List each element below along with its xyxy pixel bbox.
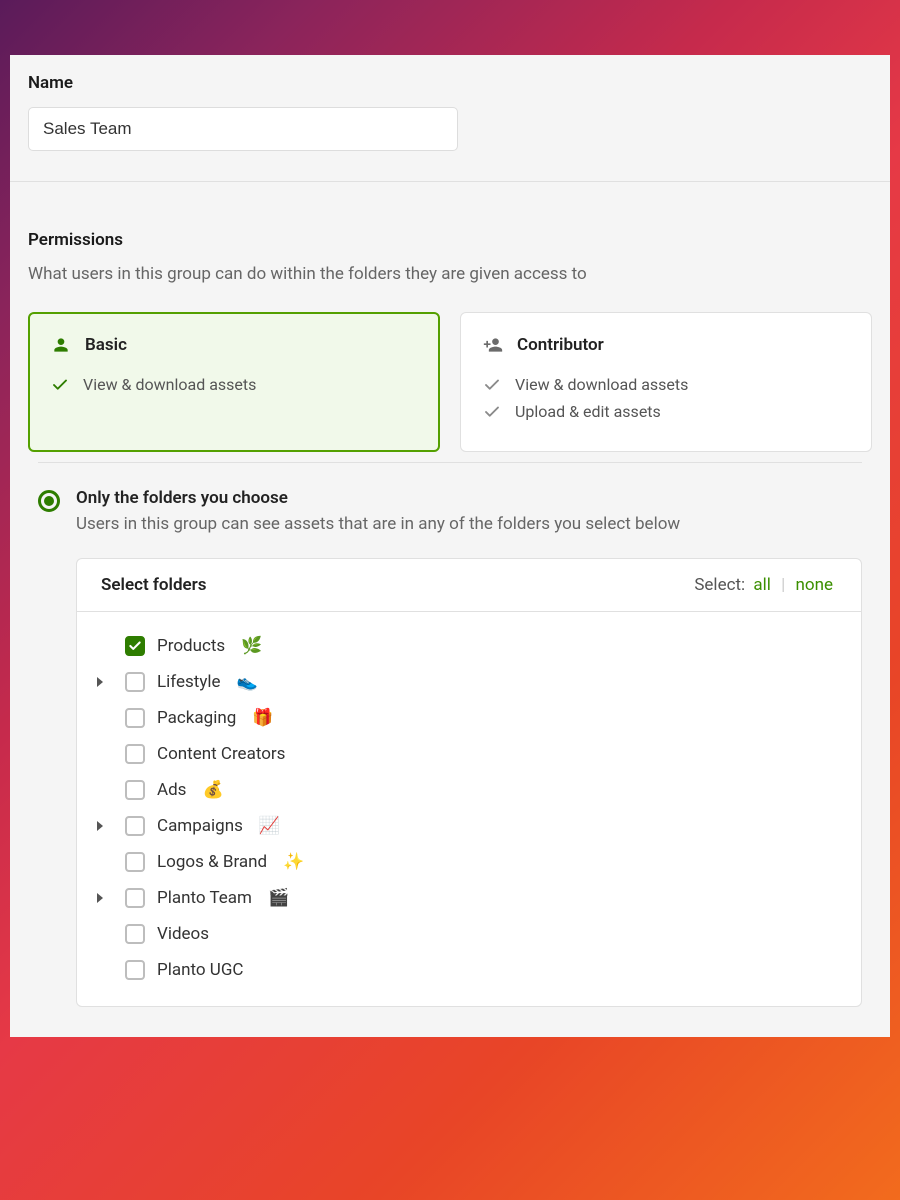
folder-item[interactable]: Campaigns 📈 (87, 808, 851, 844)
radio-selected-icon[interactable] (38, 490, 60, 512)
folder-item[interactable]: Logos & Brand ✨ (87, 844, 851, 880)
folder-name: Videos (157, 924, 209, 944)
folder-item[interactable]: Ads 💰 (87, 772, 851, 808)
person-add-icon (483, 335, 503, 355)
name-section: Name (10, 55, 890, 182)
folder-checkbox[interactable] (125, 672, 145, 692)
expand-slot[interactable] (87, 816, 113, 836)
folder-item[interactable]: Videos (87, 916, 851, 952)
permission-card-header: Contributor (483, 335, 849, 355)
permission-card-header: Basic (51, 335, 417, 355)
folder-checkbox[interactable] (125, 888, 145, 908)
permission-feature: View & download assets (51, 371, 417, 398)
permission-title: Basic (85, 335, 127, 355)
chevron-right-icon[interactable] (95, 816, 105, 836)
folder-checkbox[interactable] (125, 816, 145, 836)
check-icon (51, 376, 69, 394)
permissions-description: What users in this group can do within t… (28, 264, 872, 284)
chevron-right-icon[interactable] (95, 672, 105, 692)
folder-item[interactable]: Products 🌿 (87, 628, 851, 664)
folder-checkbox[interactable] (125, 744, 145, 764)
folder-name: Logos & Brand (157, 852, 267, 872)
check-icon (483, 376, 501, 394)
select-actions: Select: all | none (694, 575, 837, 595)
folder-emoji-icon: 💰 (202, 780, 223, 800)
expand-slot[interactable] (87, 888, 113, 908)
folder-picker-title: Select folders (101, 575, 207, 595)
chevron-right-icon[interactable] (95, 888, 105, 908)
folder-item[interactable]: Lifestyle 👟 (87, 664, 851, 700)
permission-title: Contributor (517, 335, 604, 355)
folder-name: Ads (157, 780, 186, 800)
folder-checkbox[interactable] (125, 636, 145, 656)
folder-emoji-icon: 🎬 (268, 888, 289, 908)
folder-emoji-icon: 🎁 (252, 708, 273, 728)
permission-cards: Basic View & download assets (28, 312, 872, 452)
folder-emoji-icon: 📈 (259, 816, 280, 836)
radio-texts: Only the folders you choose Users in thi… (76, 488, 680, 534)
permission-card-basic[interactable]: Basic View & download assets (28, 312, 440, 452)
folder-name: Content Creators (157, 744, 285, 764)
folder-item[interactable]: Planto UGC (87, 952, 851, 988)
folder-picker-header: Select folders Select: all | none (77, 559, 861, 612)
feature-text: View & download assets (515, 375, 688, 394)
folder-item[interactable]: Packaging 🎁 (87, 700, 851, 736)
folder-emoji-icon: ✨ (283, 852, 304, 872)
folder-access-radio-description: Users in this group can see assets that … (76, 514, 680, 534)
folder-item[interactable]: Planto Team 🎬 (87, 880, 851, 916)
folder-checkbox[interactable] (125, 924, 145, 944)
folder-emoji-icon: 👟 (237, 672, 258, 692)
folder-name: Campaigns (157, 816, 243, 836)
folder-checkbox[interactable] (125, 708, 145, 728)
permission-features: View & download assets Upload & edit ass… (483, 371, 849, 425)
permissions-heading: Permissions (28, 230, 872, 250)
permission-feature: View & download assets (483, 371, 849, 398)
select-label: Select: (694, 575, 745, 595)
settings-panel: Name Permissions What users in this grou… (10, 55, 890, 1037)
folder-name: Products (157, 636, 225, 656)
folder-checkbox[interactable] (125, 960, 145, 980)
folder-access-radio-row[interactable]: Only the folders you choose Users in thi… (38, 488, 862, 534)
separator: | (779, 575, 787, 595)
folder-name: Planto Team (157, 888, 252, 908)
name-label: Name (28, 73, 872, 93)
folder-checkbox[interactable] (125, 852, 145, 872)
folder-picker: Select folders Select: all | none Produc… (76, 558, 862, 1007)
folder-name: Planto UGC (157, 960, 243, 980)
select-all-link[interactable]: all (749, 575, 775, 595)
permission-feature: Upload & edit assets (483, 398, 849, 425)
permission-features: View & download assets (51, 371, 417, 398)
folder-list: Products 🌿 Lifestyle 👟Packaging 🎁 Content Cre… (77, 612, 861, 1006)
folder-item[interactable]: Content Creators (87, 736, 851, 772)
folder-access-radio-label: Only the folders you choose (76, 488, 680, 508)
folder-checkbox[interactable] (125, 780, 145, 800)
permission-card-contributor[interactable]: Contributor View & download assets Uploa… (460, 312, 872, 452)
expand-slot[interactable] (87, 672, 113, 692)
check-icon (483, 403, 501, 421)
feature-text: View & download assets (83, 375, 256, 394)
folder-access-section: Only the folders you choose Users in thi… (38, 462, 862, 1007)
folder-emoji-icon: 🌿 (241, 636, 262, 656)
group-name-input[interactable] (28, 107, 458, 151)
folder-name: Lifestyle (157, 672, 221, 692)
permissions-section: Permissions What users in this group can… (10, 182, 890, 462)
feature-text: Upload & edit assets (515, 402, 661, 421)
person-icon (51, 335, 71, 355)
select-none-link[interactable]: none (792, 575, 838, 595)
folder-name: Packaging (157, 708, 236, 728)
